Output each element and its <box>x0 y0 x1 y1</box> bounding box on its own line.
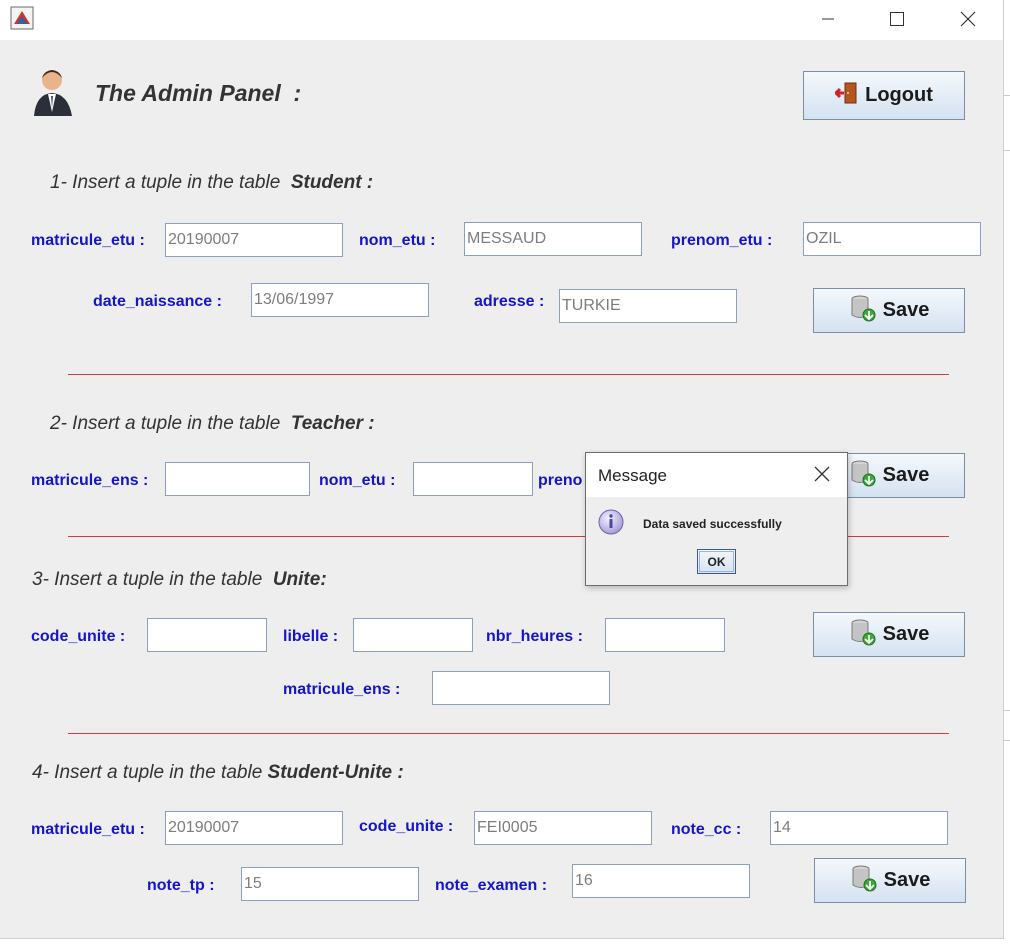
logout-door-icon <box>834 81 859 111</box>
admin-avatar-icon <box>30 66 78 118</box>
section-teacher-title: 2- Insert a tuple in the table Teacher : <box>50 413 375 434</box>
su-code-unite-label: code_unite : <box>359 818 454 835</box>
info-icon <box>598 509 624 535</box>
student-prenom-field[interactable]: OZIL <box>803 222 981 256</box>
adresse-label: adresse : <box>474 293 545 310</box>
note-tp-label: note_tp : <box>147 877 215 894</box>
teacher-matricule-field[interactable] <box>165 462 310 496</box>
unite-libelle-field[interactable] <box>353 618 473 652</box>
background-window-edge <box>1004 0 1010 945</box>
unite-code-field[interactable] <box>147 618 267 652</box>
save-teacher-label: Save <box>882 464 930 486</box>
unite-heures-field[interactable] <box>605 618 725 652</box>
student-nom-field[interactable]: MESSAUD <box>464 222 642 256</box>
nbr-heures-label: nbr_heures : <box>486 628 583 645</box>
teacher-nom-label: nom_etu : <box>319 472 396 489</box>
edge-mark <box>1004 95 1010 96</box>
logout-label: Logout <box>865 84 933 106</box>
student-date-field[interactable]: 13/06/1997 <box>251 283 429 317</box>
database-add-icon <box>849 294 877 328</box>
section-unite-title: 3- Insert a tuple in the table Unite: <box>32 569 327 590</box>
su-matricule-etu-label: matricule_etu : <box>31 821 145 838</box>
edge-mark <box>1004 150 1010 151</box>
message-dialog: Message Data saved successfully OK <box>585 452 848 586</box>
dialog-title: Message <box>598 466 667 485</box>
note-cc-label: note_cc : <box>671 821 742 838</box>
java-app-icon <box>10 6 34 30</box>
note-examen-field[interactable]: 16 <box>572 864 750 898</box>
teacher-nom-field[interactable] <box>413 462 533 496</box>
minimize-icon[interactable] <box>806 4 850 34</box>
save-unite-button[interactable]: Save <box>813 612 965 657</box>
save-student-label: Save <box>882 299 930 321</box>
edge-mark <box>1004 740 1010 741</box>
su-code-field[interactable]: FEI0005 <box>474 811 652 845</box>
section-student-title: 1- Insert a tuple in the table Student : <box>50 172 374 193</box>
libelle-label: libelle : <box>283 628 339 645</box>
note-cc-field[interactable]: 14 <box>770 811 948 845</box>
separator-3 <box>68 733 949 734</box>
database-add-icon <box>850 864 878 898</box>
student-adresse-field[interactable]: TURKIE <box>559 289 737 323</box>
title-bar <box>0 0 1003 40</box>
nom-etu-label: nom_etu : <box>359 232 436 249</box>
matricule-ens-label: matricule_ens : <box>31 472 149 489</box>
dialog-title-bar: Message <box>586 453 847 497</box>
edge-mark <box>1004 710 1010 711</box>
matricule-etu-label: matricule_etu : <box>31 232 145 249</box>
close-icon[interactable] <box>946 4 990 34</box>
ok-button[interactable]: OK <box>697 549 736 574</box>
database-add-icon <box>849 618 877 652</box>
section-student-unite-title: 4- Insert a tuple in the table Student-U… <box>32 762 404 783</box>
student-matricule-field[interactable]: 20190007 <box>165 223 343 257</box>
page-title: The Admin Panel : <box>95 80 302 106</box>
database-add-icon <box>849 459 877 493</box>
note-tp-field[interactable]: 15 <box>241 867 419 901</box>
separator-1 <box>68 374 949 375</box>
teacher-prenom-label: preno <box>538 472 583 489</box>
code-unite-label: code_unite : <box>31 628 126 645</box>
save-student-button[interactable]: Save <box>813 288 965 333</box>
unite-matricule-ens-label: matricule_ens : <box>283 681 401 698</box>
maximize-icon[interactable] <box>875 4 919 34</box>
date-naissance-label: date_naissance : <box>93 293 222 310</box>
note-examen-label: note_examen : <box>435 877 548 894</box>
dialog-close-icon[interactable] <box>812 464 832 484</box>
save-student-unite-button[interactable]: Save <box>814 858 966 903</box>
app-window: The Admin Panel : Logout 1- Insert a tup… <box>0 0 1004 939</box>
dialog-message: Data saved successfully <box>643 517 782 531</box>
save-unite-label: Save <box>882 623 930 645</box>
logout-button[interactable]: Logout <box>803 71 965 120</box>
prenom-etu-label: prenom_etu : <box>671 232 773 249</box>
su-matricule-field[interactable]: 20190007 <box>165 811 343 845</box>
save-student-unite-label: Save <box>883 869 931 891</box>
unite-matricule-field[interactable] <box>432 671 610 705</box>
